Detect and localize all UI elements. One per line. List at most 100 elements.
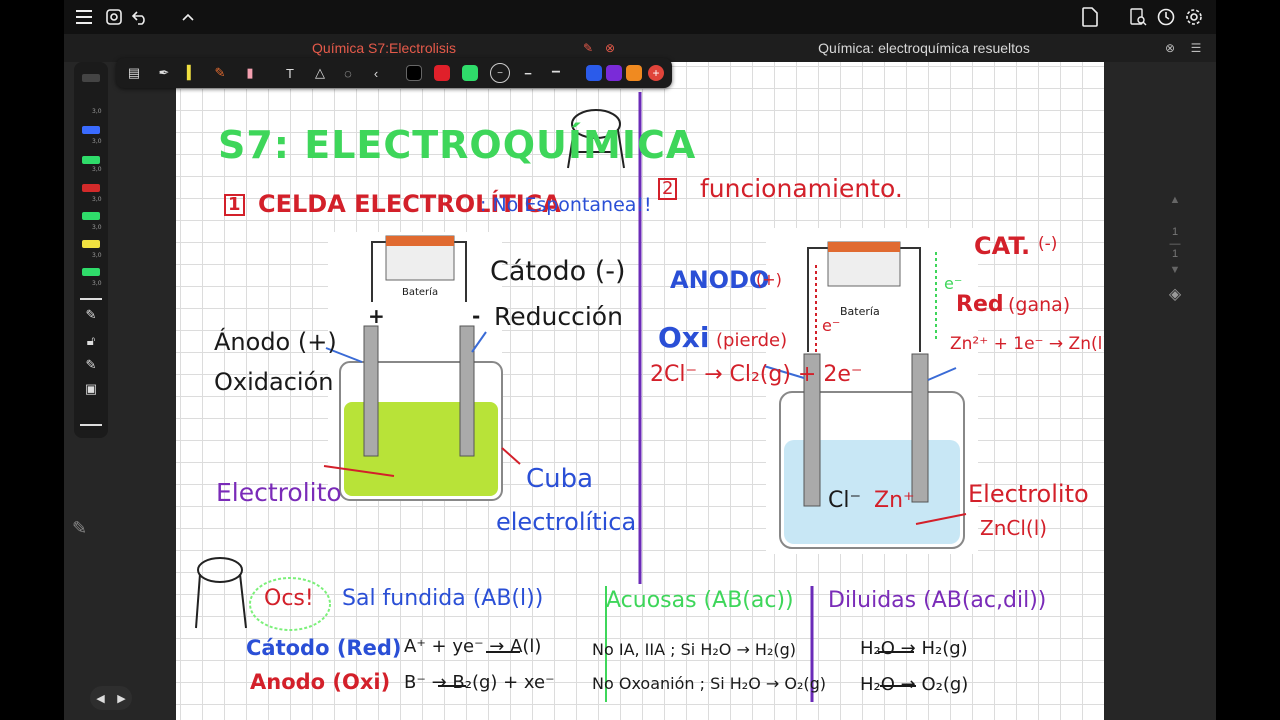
page-navigator: ▲ 1 — 1 ▼ ◈ (1160, 194, 1190, 310)
add-color-icon[interactable]: + (648, 65, 664, 81)
red-subtitle: (gana) (1008, 294, 1071, 316)
stroke-medium-option[interactable]: − (518, 63, 538, 83)
section-2-number: 2 (658, 178, 678, 200)
text-tool-icon[interactable]: T (280, 63, 300, 83)
settings-icon[interactable] (1184, 7, 1204, 27)
lock-icon[interactable]: 🔓︎ (81, 332, 101, 350)
pen-edit-icon[interactable]: ✎ (81, 306, 101, 324)
page-pager-control: ◀ ▶ (90, 686, 132, 710)
electrolito-label: Electrolito (216, 478, 342, 507)
pen-size-label: 3,0 (92, 196, 102, 203)
pen-fab-icon[interactable]: ✎ (72, 518, 87, 539)
edit-icon[interactable]: ✎ (580, 40, 596, 56)
total-pages: 1 (1171, 248, 1179, 260)
sal-anodo-reaction: B⁻ → B₂(g) + xe⁻ (404, 672, 555, 693)
cat-label: CAT. (974, 232, 1031, 260)
menu-icon[interactable] (74, 7, 94, 27)
lasso-icon[interactable]: ◌ (338, 63, 358, 83)
stroke-thick-option[interactable]: − (546, 63, 566, 83)
pen-size-label: 3,0 (92, 108, 102, 115)
ocs-label: Ocs! (264, 586, 314, 611)
history-icon[interactable] (1156, 7, 1176, 27)
rail-divider (80, 298, 102, 300)
tab-label: Química: electroquímica resueltos (818, 40, 1030, 56)
eraser-icon[interactable]: ▤ (124, 63, 144, 83)
rail-handle[interactable] (80, 424, 102, 426)
shapes-icon[interactable]: △ (310, 63, 330, 83)
pen-preset-6[interactable] (82, 240, 100, 248)
current-page: 1 (1171, 226, 1179, 238)
next-page-icon[interactable]: ▶ (117, 692, 125, 705)
cat-sign: (-) (1038, 234, 1058, 254)
battery-label: Batería (840, 305, 880, 318)
diluidas-header: Diluidas (AB(ac,dil)) (828, 588, 1047, 613)
oxi-label: Oxi (658, 321, 710, 354)
pen-preset-4[interactable] (82, 184, 100, 192)
page-up-icon[interactable]: ▲ (1160, 194, 1190, 206)
page-icon[interactable] (1080, 7, 1100, 27)
layers-icon[interactable]: ◈ (1160, 284, 1190, 304)
diluidas-catodo-reaction: H₂O → H₂(g) (860, 638, 968, 659)
color-swatch-green[interactable] (462, 65, 478, 81)
image-icon[interactable]: ▣ (81, 380, 101, 398)
electrolito-formula: ZnCl(l) (980, 516, 1048, 540)
prev-page-icon[interactable]: ◀ (96, 692, 104, 705)
export-icon[interactable] (104, 7, 124, 27)
pen-add-icon[interactable]: ✎ (81, 356, 101, 374)
undo-icon[interactable] (130, 7, 150, 27)
color-swatch-red[interactable] (434, 65, 450, 81)
cuba-label: Cuba (526, 464, 594, 494)
oxi-subtitle: (pierde) (716, 330, 788, 351)
tab-label: Química S7:Electrolisis (312, 40, 456, 56)
pen-toolbar: ▤ ✒ ▍ ✎ ▮ T △ ◌ ‹ − − − + (116, 58, 672, 88)
pen-presets-rail: 3,0 3,0 3,0 3,0 3,0 3,0 3,0 ✎ 🔓︎ ✎ ▣ (74, 62, 108, 438)
acuosas-anodo-reaction: No Oxoanión ; Si H₂O → O₂(g) (592, 674, 827, 693)
color-swatch-purple[interactable] (606, 65, 622, 81)
pen-size-label: 3,0 (92, 166, 102, 173)
pen-size-label: 3,0 (92, 138, 102, 145)
close-icon[interactable]: ⊗ (1162, 40, 1178, 56)
sal-catodo-reaction: A⁺ + ye⁻ → A(l) (404, 636, 542, 657)
color-swatch-black[interactable] (406, 65, 422, 81)
acuosas-catodo-reaction: No IA, IIA ; Si H₂O → H₂(g) (592, 640, 797, 659)
oxidation-equation: 2Cl⁻ → Cl₂(g) + 2e⁻ (650, 362, 863, 387)
highlighter-icon[interactable]: ▍ (182, 63, 202, 83)
pen-preset-5[interactable] (82, 212, 100, 220)
tab-list-icon[interactable]: ☰ (1188, 40, 1204, 56)
back-icon[interactable]: ‹ (366, 63, 386, 83)
diluidas-anodo-reaction: H₂O → O₂(g) (860, 674, 969, 695)
pencil-icon[interactable]: ✎ (210, 63, 230, 83)
page-title: S7: ELECTROQUÍMICA (218, 123, 697, 167)
zinc-ion: Zn⁺ (874, 488, 915, 513)
eraser-tool-icon[interactable]: ▮ (240, 63, 260, 83)
pen-preset-1[interactable] (82, 74, 100, 82)
anodo-header: ANODO (670, 266, 770, 294)
search-doc-icon[interactable] (1128, 7, 1148, 27)
tab-electroquimica-resueltos[interactable]: Química: electroquímica resueltos (644, 34, 1204, 62)
electron-label: e⁻ (944, 274, 963, 293)
color-swatch-orange[interactable] (626, 65, 642, 81)
fountain-pen-icon[interactable]: ✒ (154, 63, 174, 83)
section-1-number: 1 (224, 194, 245, 216)
page-down-icon[interactable]: ▼ (1160, 264, 1190, 276)
close-icon[interactable]: ⊗ (602, 40, 618, 56)
electron-label: e⁻ (822, 316, 841, 335)
plus-sign: + (368, 304, 385, 328)
electrolito-2-label: Electrolito (968, 480, 1089, 508)
acuosas-header: Acuosas (AB(ac)) (606, 588, 794, 613)
collapse-icon[interactable] (178, 7, 198, 27)
pen-size-label: 3,0 (92, 252, 102, 259)
note-page[interactable]: S7: ELECTROQUÍMICA 1 CELDA ELECTROLÍTICA… (176, 62, 1104, 720)
pen-preset-2[interactable] (82, 126, 100, 134)
catodo-label: Cátodo (-) (490, 256, 626, 287)
anodo-label: Ánodo (+) (214, 328, 337, 356)
red-label: Red (956, 292, 1004, 317)
pen-preset-3[interactable] (82, 156, 100, 164)
pen-preset-7[interactable] (82, 268, 100, 276)
color-swatch-blue[interactable] (586, 65, 602, 81)
app-toolbar (64, 0, 1216, 34)
reduccion-label: Reducción (494, 302, 623, 331)
battery-label: Batería (402, 287, 439, 298)
minus-sign: - (472, 304, 481, 328)
stroke-thin-option[interactable]: − (490, 63, 510, 83)
